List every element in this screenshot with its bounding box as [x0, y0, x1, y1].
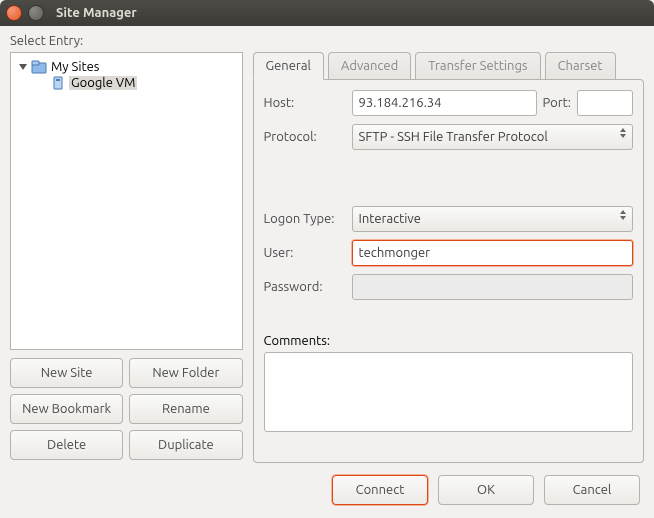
password-input	[352, 274, 633, 300]
new-folder-button[interactable]: New Folder	[129, 358, 242, 388]
entry-tree[interactable]: My Sites Google VM	[10, 52, 243, 350]
comments-textarea[interactable]	[264, 352, 633, 432]
spinner-icon	[620, 128, 626, 138]
tree-root-label: My Sites	[51, 60, 99, 74]
tab-general[interactable]: General	[253, 52, 324, 80]
tab-charset[interactable]: Charset	[545, 52, 616, 79]
tree-root-row[interactable]: My Sites	[15, 59, 238, 75]
rename-button[interactable]: Rename	[129, 394, 242, 424]
window-title: Site Manager	[56, 6, 137, 20]
tab-advanced[interactable]: Advanced	[328, 52, 411, 79]
duplicate-button[interactable]: Duplicate	[129, 430, 242, 460]
connect-button[interactable]: Connect	[332, 475, 428, 505]
host-label: Host:	[264, 96, 346, 110]
host-input[interactable]	[352, 90, 537, 116]
new-site-button[interactable]: New Site	[10, 358, 123, 388]
protocol-select[interactable]: SFTP - SSH File Transfer Protocol	[352, 124, 633, 150]
tree-item-label: Google VM	[69, 76, 137, 90]
spinner-icon	[620, 210, 626, 220]
user-input[interactable]	[352, 240, 633, 266]
port-input[interactable]	[577, 90, 633, 116]
delete-button[interactable]: Delete	[10, 430, 123, 460]
server-icon	[51, 76, 65, 90]
protocol-label: Protocol:	[264, 130, 346, 144]
password-label: Password:	[264, 280, 346, 294]
tab-bar: General Advanced Transfer Settings Chars…	[253, 52, 644, 79]
port-label: Port:	[543, 96, 571, 110]
logon-type-label: Logon Type:	[264, 212, 346, 226]
logon-type-select[interactable]: Interactive	[352, 206, 633, 232]
minimize-icon[interactable]	[28, 5, 44, 21]
comments-label: Comments:	[264, 334, 331, 348]
protocol-value: SFTP - SSH File Transfer Protocol	[359, 130, 548, 144]
tab-panel-general: Host: Port: Protocol: SFTP - SSH File Tr…	[253, 79, 644, 463]
select-entry-label: Select Entry:	[10, 34, 644, 48]
titlebar: Site Manager	[0, 0, 654, 26]
close-icon[interactable]	[6, 5, 22, 21]
cancel-button[interactable]: Cancel	[544, 475, 640, 505]
logon-type-value: Interactive	[359, 212, 421, 226]
folder-icon	[31, 60, 47, 74]
chevron-down-icon[interactable]	[19, 64, 27, 70]
tab-transfer-settings[interactable]: Transfer Settings	[415, 52, 540, 79]
user-label: User:	[264, 246, 346, 260]
ok-button[interactable]: OK	[438, 475, 534, 505]
new-bookmark-button[interactable]: New Bookmark	[10, 394, 123, 424]
tree-item-google-vm[interactable]: Google VM	[49, 75, 238, 91]
